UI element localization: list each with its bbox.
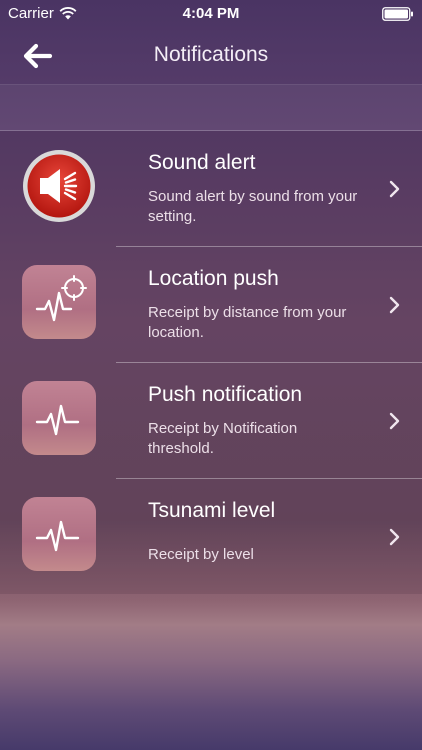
item-description: Receipt by distance from your location. — [148, 304, 347, 341]
item-title: Location push — [148, 267, 279, 290]
notification-settings-list: Sound alert Sound alert by sound from yo… — [0, 131, 422, 594]
item-description: Receipt by level — [148, 546, 254, 563]
list-item-push-notification[interactable]: Push notification Receipt by Notificatio… — [0, 363, 422, 479]
list-item-sound-alert[interactable]: Sound alert Sound alert by sound from yo… — [0, 131, 422, 247]
item-description: Sound alert by sound from your setting. — [148, 188, 358, 225]
speaker-icon — [23, 150, 95, 222]
item-title: Tsunami level — [148, 499, 276, 522]
chevron-right-icon — [389, 296, 400, 314]
heartbeat-icon — [22, 497, 96, 571]
chevron-right-icon — [389, 412, 400, 430]
page-title: Notifications — [153, 43, 269, 66]
status-time: 4:04 PM — [182, 5, 240, 22]
heartbeat-location-icon — [22, 265, 96, 339]
chevron-right-icon — [389, 180, 400, 198]
chevron-right-icon — [389, 528, 400, 546]
navigation-bar: Notifications — [0, 28, 422, 84]
status-bar: Carrier 4:04 PM — [0, 0, 422, 28]
item-description: Receipt by Notification threshold. — [148, 420, 298, 457]
background-area — [0, 594, 422, 750]
heartbeat-icon — [22, 381, 96, 455]
header-spacer — [0, 84, 422, 131]
battery-icon — [382, 7, 413, 21]
list-item-tsunami-level[interactable]: Tsunami level Receipt by level — [0, 479, 422, 594]
item-title: Push notification — [148, 383, 303, 406]
list-item-location-push[interactable]: Location push Receipt by distance from y… — [0, 247, 422, 363]
item-title: Sound alert — [148, 151, 256, 174]
